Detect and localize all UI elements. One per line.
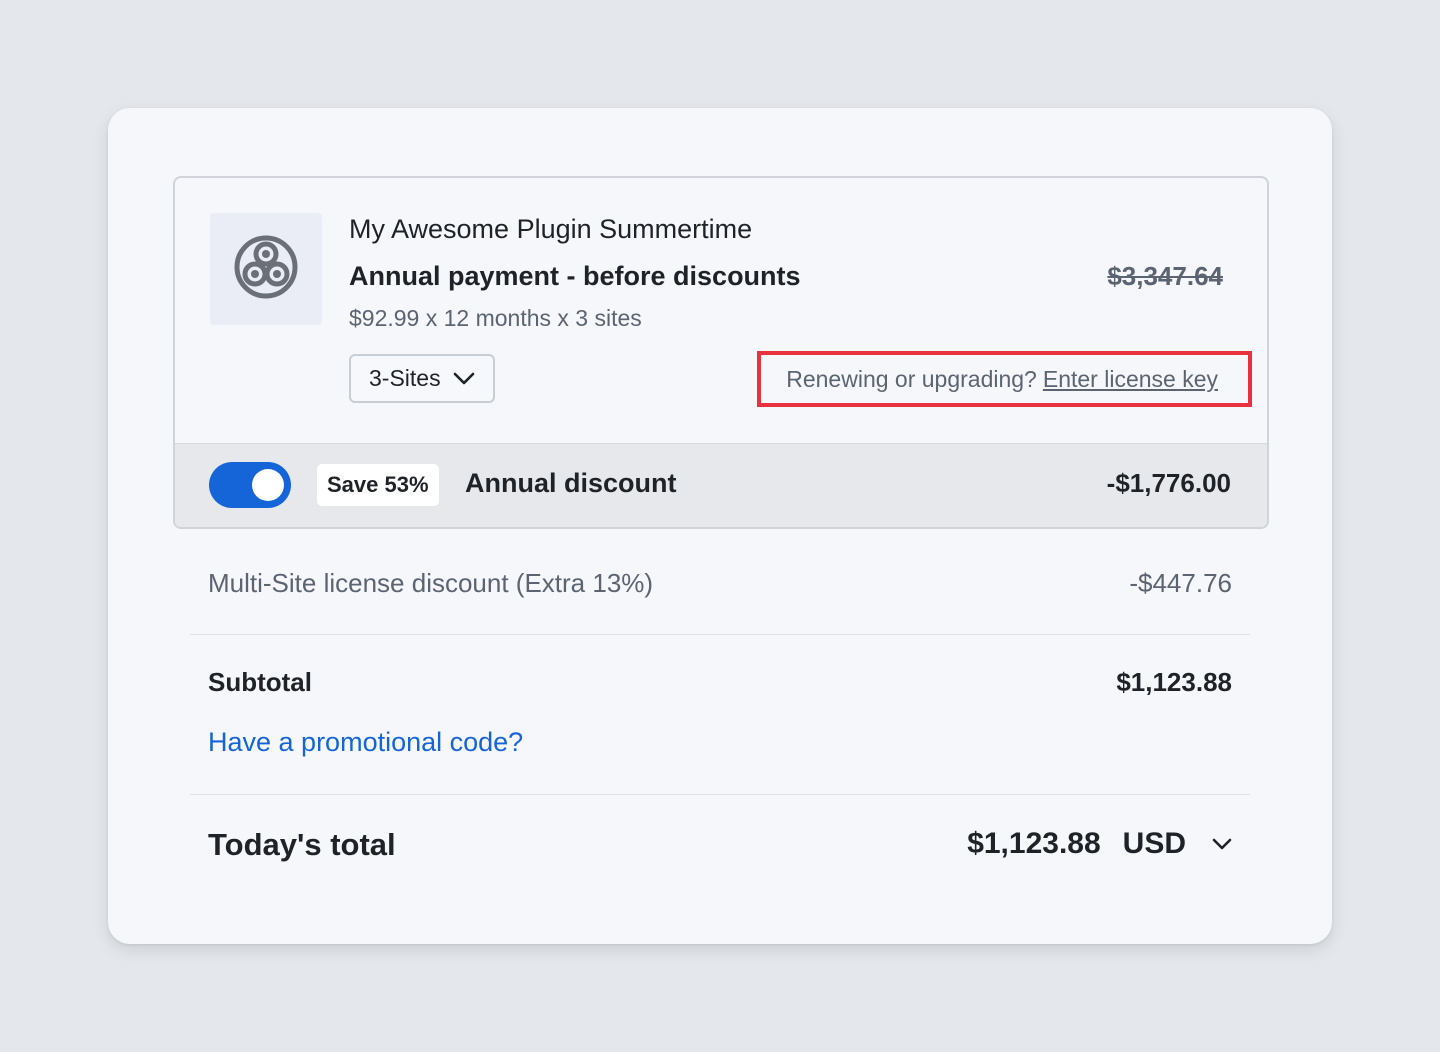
sites-select[interactable]: 3-Sites — [349, 354, 495, 403]
total-label: Today's total — [208, 827, 396, 862]
divider — [190, 634, 1250, 635]
toggle-knob — [252, 469, 284, 501]
triskelion-logo-icon — [231, 232, 301, 307]
currency-select[interactable]: USD — [1123, 827, 1232, 861]
total-summary: $1,123.88 USD — [967, 827, 1232, 861]
annual-discount-amount: -$1,776.00 — [1106, 468, 1231, 498]
annual-discount-toggle[interactable] — [209, 462, 291, 508]
product-name: My Awesome Plugin Summertime — [349, 214, 753, 244]
plan-calculation: $92.99 x 12 months x 3 sites — [349, 305, 642, 331]
chevron-down-icon — [1212, 838, 1232, 851]
multisite-discount-label: Multi-Site license discount (Extra 13%) — [208, 568, 654, 598]
subtotal-amount: $1,123.88 — [1116, 667, 1232, 697]
plan-title: Annual payment - before discounts — [349, 261, 801, 291]
annual-discount-label: Annual discount — [465, 468, 677, 498]
product-box: My Awesome Plugin Summertime Annual paym… — [173, 176, 1269, 529]
multisite-discount-amount: -$447.76 — [1129, 568, 1232, 598]
divider — [190, 794, 1250, 795]
plan-original-price: $3,347.64 — [1107, 261, 1223, 291]
promo-code-link[interactable]: Have a promotional code? — [208, 727, 523, 758]
annual-discount-row: Save 53% Annual discount -$1,776.00 — [175, 443, 1267, 527]
sites-select-value: 3-Sites — [369, 365, 441, 391]
currency-value: USD — [1122, 827, 1186, 860]
checkout-summary-card: My Awesome Plugin Summertime Annual paym… — [108, 108, 1332, 944]
save-badge: Save 53% — [317, 464, 439, 506]
product-thumbnail — [210, 213, 322, 325]
enter-license-key-link[interactable]: Enter license key — [1043, 366, 1218, 393]
license-key-prompt: Renewing or upgrading? Enter license key — [757, 351, 1252, 407]
subtotal-label: Subtotal — [208, 667, 312, 697]
license-prompt-text: Renewing or upgrading? — [786, 365, 1037, 392]
chevron-down-icon — [453, 372, 475, 386]
total-amount: $1,123.88 — [967, 827, 1101, 860]
